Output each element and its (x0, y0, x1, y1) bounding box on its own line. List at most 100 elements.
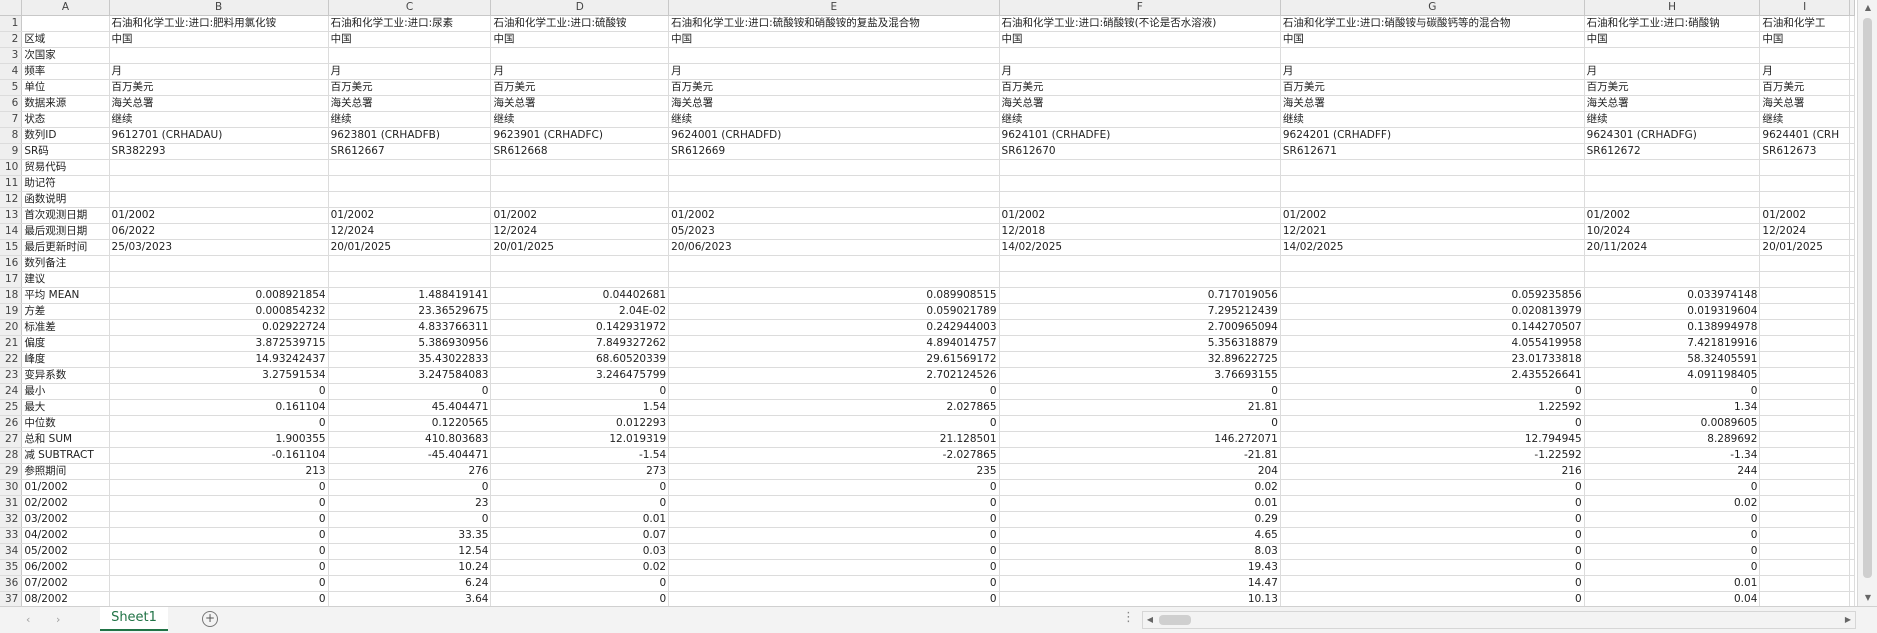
cell[interactable]: 1.488419141 (328, 287, 492, 304)
cell[interactable]: 0 (668, 415, 1000, 432)
cell[interactable]: 最小 (21, 383, 110, 400)
cell[interactable]: 0.000854232 (109, 303, 329, 320)
cell[interactable]: 继续 (999, 111, 1281, 128)
cell[interactable]: 0 (1584, 527, 1761, 544)
cell[interactable]: -2.027865 (668, 447, 1000, 464)
cell[interactable] (1849, 175, 1855, 192)
cell[interactable]: 0 (1584, 383, 1761, 400)
cell[interactable]: 20/01/2025 (490, 239, 670, 256)
cell[interactable] (999, 159, 1281, 176)
row-header[interactable]: 28 (0, 447, 23, 464)
cell[interactable]: 0 (490, 591, 670, 606)
cell[interactable]: 0.0089605 (1584, 415, 1761, 432)
cell[interactable]: 0.142931972 (490, 319, 670, 336)
cell[interactable]: 单位 (21, 79, 110, 96)
cell[interactable]: 0 (1280, 479, 1585, 496)
cell[interactable]: 0.138994978 (1584, 319, 1761, 336)
cell[interactable]: 参照期间 (21, 463, 110, 480)
cell[interactable]: 20/06/2023 (668, 239, 1000, 256)
cell[interactable]: 7.295212439 (999, 303, 1281, 320)
cell[interactable]: 14/02/2025 (999, 239, 1281, 256)
cell[interactable]: 12/2024 (328, 223, 492, 240)
cell[interactable]: -0.161104 (109, 447, 329, 464)
column-header[interactable]: C (328, 0, 492, 16)
cell[interactable]: 海关总署 (668, 95, 1000, 112)
cell[interactable]: 204 (999, 463, 1281, 480)
cell[interactable] (328, 191, 492, 208)
cell[interactable] (1849, 239, 1855, 256)
cell[interactable]: 百万美元 (668, 79, 1000, 96)
cell[interactable]: 月 (1759, 63, 1850, 80)
cell[interactable]: 4.055419958 (1280, 335, 1585, 352)
cell[interactable] (1759, 159, 1850, 176)
cell[interactable]: 01/2002 (668, 207, 1000, 224)
cell[interactable]: 6.24 (328, 575, 492, 592)
cell[interactable]: 0.008921854 (109, 287, 329, 304)
cell-table[interactable]: ABCDEFGHI 1 石油和化学工业:进口:肥料用氯化铵 石油和化学工业:进口:尿… (0, 0, 1855, 606)
cell[interactable]: 0 (1280, 575, 1585, 592)
cell[interactable] (1759, 559, 1850, 576)
row-header[interactable]: 31 (0, 495, 23, 512)
cell[interactable]: 继续 (109, 111, 329, 128)
cell[interactable] (1759, 303, 1850, 320)
cell[interactable]: 410.803683 (328, 431, 492, 448)
cell[interactable]: 0 (109, 543, 329, 560)
cell[interactable] (999, 47, 1281, 64)
cell[interactable] (1759, 431, 1850, 448)
cell[interactable]: 百万美元 (1280, 79, 1585, 96)
cell[interactable]: 海关总署 (328, 95, 492, 112)
cell[interactable] (999, 271, 1281, 288)
cell[interactable]: 0.012293 (490, 415, 670, 432)
cell[interactable]: 08/2002 (21, 591, 110, 606)
cell[interactable]: 10/2024 (1584, 223, 1761, 240)
cell[interactable]: 9624401 (CRH (1759, 127, 1850, 144)
cell[interactable] (1759, 463, 1850, 480)
row-header[interactable]: 8 (0, 127, 23, 144)
cell[interactable]: 0 (1584, 479, 1761, 496)
cell[interactable] (1759, 399, 1850, 416)
cell[interactable] (1849, 335, 1855, 352)
spreadsheet-grid[interactable]: ABCDEFGHI 1 石油和化学工业:进口:肥料用氯化铵 石油和化学工业:进口:尿… (0, 0, 1855, 606)
cell[interactable]: 月 (490, 63, 670, 80)
cell[interactable] (1759, 511, 1850, 528)
cell[interactable]: 0 (999, 383, 1281, 400)
cell[interactable]: 助记符 (21, 175, 110, 192)
row-header[interactable]: 22 (0, 351, 23, 368)
cell[interactable]: 0 (490, 479, 670, 496)
cell[interactable]: 偏度 (21, 335, 110, 352)
cell[interactable]: 中位数 (21, 415, 110, 432)
cell[interactable] (1849, 159, 1855, 176)
cell[interactable]: 0 (1584, 559, 1761, 576)
cell[interactable]: 0.059235856 (1280, 287, 1585, 304)
cell[interactable]: 0 (668, 591, 1000, 606)
cell[interactable] (1849, 127, 1855, 144)
row-header[interactable]: 15 (0, 239, 23, 256)
cell[interactable] (1849, 431, 1855, 448)
cell[interactable]: 244 (1584, 463, 1761, 480)
cell[interactable]: 4.091198405 (1584, 367, 1761, 384)
cell[interactable]: 33.35 (328, 527, 492, 544)
cell[interactable]: 0 (1280, 543, 1585, 560)
cell[interactable] (109, 175, 329, 192)
cell[interactable] (109, 255, 329, 272)
cell[interactable]: 0 (109, 479, 329, 496)
cell[interactable]: SR612673 (1759, 143, 1850, 160)
cell[interactable] (1584, 175, 1761, 192)
cell[interactable]: 石油和化学工业:进口:硝酸铵与碳酸钙等的混合物 (1280, 15, 1585, 32)
cell[interactable] (1849, 559, 1855, 576)
cell[interactable]: 减 SUBTRACT (21, 447, 110, 464)
row-header[interactable]: 5 (0, 79, 23, 96)
cell[interactable] (1849, 367, 1855, 384)
cell[interactable] (1584, 47, 1761, 64)
cell[interactable]: 01/2002 (490, 207, 670, 224)
cell[interactable]: 0 (109, 383, 329, 400)
column-header[interactable]: E (668, 0, 1000, 16)
cell[interactable]: 0 (490, 495, 670, 512)
cell[interactable] (328, 271, 492, 288)
cell[interactable]: 5.386930956 (328, 335, 492, 352)
cell[interactable]: 12/2024 (1759, 223, 1850, 240)
row-header[interactable]: 32 (0, 511, 23, 528)
cell[interactable]: 3.872539715 (109, 335, 329, 352)
cell[interactable]: 01/2002 (109, 207, 329, 224)
cell[interactable] (328, 175, 492, 192)
